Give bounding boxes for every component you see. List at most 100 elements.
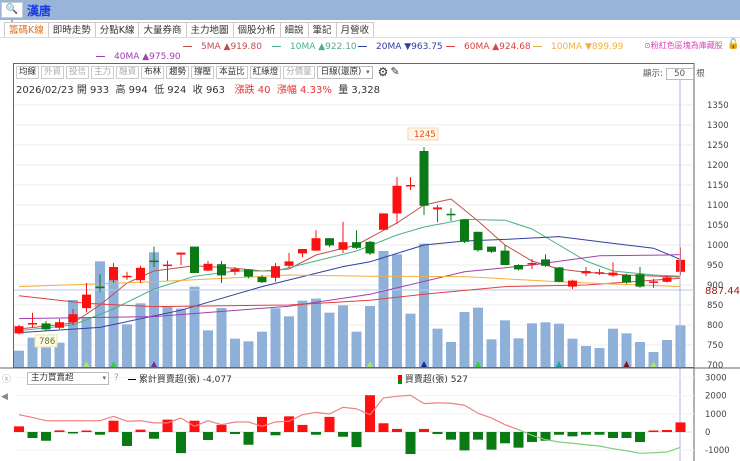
candle-body	[419, 151, 429, 206]
red-green-bar-icon	[398, 375, 402, 384]
volume-bar	[324, 312, 335, 367]
net-buy-bar	[14, 426, 24, 432]
toolbar-button-5[interactable]: 布林	[141, 66, 165, 79]
net-buy-bar	[257, 416, 267, 432]
volume-bar	[230, 338, 240, 367]
lower-y-tick-label: 3000	[705, 373, 727, 383]
volume-bar	[378, 251, 389, 367]
candle-body	[190, 246, 199, 273]
net-buy-bar	[581, 432, 591, 435]
volume-bar	[149, 252, 159, 367]
y-tick-label: 850	[707, 301, 723, 311]
volume-bar	[176, 308, 186, 367]
candle-body	[352, 242, 361, 248]
cumulative-line-segment	[558, 441, 573, 444]
candle-body	[217, 264, 226, 276]
toolbar-button-2[interactable]: 投信	[66, 66, 90, 79]
net-buy-bar	[41, 432, 51, 441]
candle-body	[379, 213, 388, 230]
candle-body	[28, 323, 37, 325]
volume-bar	[473, 307, 483, 367]
help-icon[interactable]: ?	[114, 373, 119, 383]
net-buy-bar	[122, 432, 132, 447]
chevron-down-icon: ▾	[102, 374, 106, 382]
y-tick-label: 1100	[707, 201, 729, 211]
volume-bar	[351, 331, 362, 367]
candle-body	[176, 252, 186, 255]
volume-bar	[446, 342, 456, 367]
net-buy-bar	[54, 430, 65, 432]
volume-bar	[432, 328, 443, 367]
net-buy-bar	[68, 432, 78, 434]
candle-body	[230, 269, 240, 272]
toolbar-button-3[interactable]: 主力	[91, 66, 115, 79]
period-select[interactable]: 日線(還原) ▾	[316, 66, 373, 79]
cumulative-line-segment	[450, 402, 465, 406]
indicator-select[interactable]: 主力買賣超 ▾	[27, 372, 109, 385]
toolbar-button-8[interactable]: 本益比	[216, 66, 248, 79]
chart-toolbar: 均線 外資 投信 主力 融資 布林 趨勢 撐壓 本益比 紅綠燈 分價量 日線(還原) ▾ ⚙ ✎	[16, 66, 400, 79]
toolbar-button-1[interactable]: 外資	[41, 66, 65, 79]
net-buy-bar	[419, 428, 429, 432]
y-tick-label: 1050	[707, 221, 729, 231]
volume-bar	[203, 330, 213, 367]
volume-bar	[419, 243, 429, 367]
net-buy-bar	[284, 416, 294, 432]
pencil-icon[interactable]: ✎	[390, 66, 399, 79]
net-buy-bar	[297, 424, 308, 432]
cumulative-line-segment	[329, 406, 344, 415]
display-count-input[interactable]: 50	[665, 68, 694, 80]
volume-bar	[608, 328, 618, 367]
net-buy-bar	[405, 432, 416, 455]
volume-bar	[108, 279, 119, 367]
cumulative-line-segment	[572, 442, 587, 446]
candle-body	[568, 280, 577, 287]
candle-body	[500, 250, 510, 265]
volume-bar	[189, 286, 200, 367]
y-tick-label: 1200	[707, 161, 729, 171]
volume-bar	[527, 323, 537, 367]
cumulative-line-segment	[410, 394, 425, 405]
candle-body	[433, 207, 442, 210]
volume-bar	[581, 346, 591, 367]
y-tick-label: 800	[707, 321, 723, 331]
net-buy-bar	[324, 416, 335, 432]
lower-y-tick-label: 0	[705, 428, 710, 438]
volume-bar	[243, 341, 254, 367]
cumulative-line-segment	[585, 444, 600, 447]
net-buy-bar	[311, 432, 321, 435]
volume-bar	[486, 339, 497, 367]
volume-bar	[338, 305, 348, 367]
cumulative-line-segment	[140, 420, 155, 424]
quote-open: 933	[90, 85, 110, 96]
quote-date: 2026/02/23	[16, 85, 74, 96]
volume-bar	[216, 308, 227, 367]
toolbar-button-7[interactable]: 撐壓	[191, 66, 215, 79]
volume-bar	[297, 300, 308, 367]
volume-bar	[122, 324, 132, 367]
volume-bar	[81, 317, 92, 367]
net-buy-bar	[473, 432, 483, 440]
toolbar-button-6[interactable]: 趨勢	[166, 66, 190, 79]
toolbar-button-10[interactable]: 分價量	[283, 66, 315, 79]
net-buy-bar	[135, 429, 146, 432]
cumulative-line-segment	[32, 416, 47, 422]
collapse-arrow-icon[interactable]: ◀	[1, 392, 8, 402]
display-count-control: 顯示: 50 根	[643, 68, 705, 80]
toolbar-button-4[interactable]: 融資	[116, 66, 140, 79]
quote-volume: 3,328	[351, 85, 381, 96]
y-tick-label: 700	[707, 361, 723, 371]
toolbar-button-9[interactable]: 紅綠燈	[249, 66, 282, 79]
cumulative-line-segment	[666, 446, 681, 453]
quote-close: 963	[205, 85, 226, 96]
y-tick-label: 1000	[707, 241, 729, 251]
net-buy-bar	[432, 432, 443, 435]
candle-body	[635, 274, 645, 287]
close-indicator-icon[interactable]: ⓧ	[2, 372, 11, 385]
y-tick-label: 950	[707, 261, 723, 271]
gear-icon[interactable]: ⚙	[378, 66, 389, 79]
volume-bar	[554, 323, 564, 367]
candle-body	[595, 272, 604, 274]
toolbar-button-0[interactable]: 均線	[16, 66, 40, 79]
candle-body	[649, 281, 658, 283]
